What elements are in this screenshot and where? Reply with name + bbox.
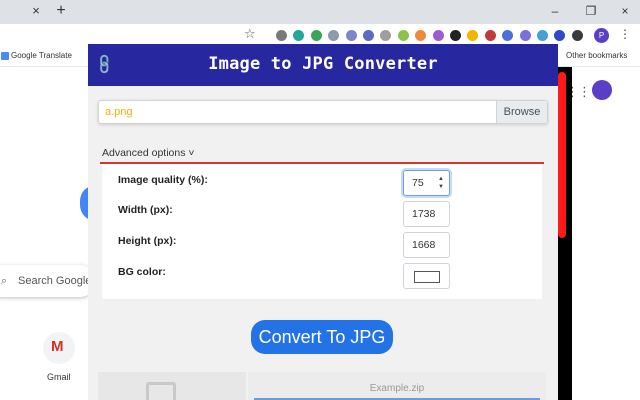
extension-icon[interactable] [363,30,374,41]
extension-icon[interactable] [415,30,427,41]
file-name-input[interactable] [105,106,485,118]
extension-icon[interactable] [519,30,531,41]
height-input[interactable]: 1668 [403,232,450,258]
popup-header: 🔗 Image to JPG Converter [88,44,558,86]
extension-icon[interactable] [467,30,479,41]
google-search-placeholder[interactable]: Search Google [18,275,91,287]
extension-icon[interactable] [345,30,357,41]
gmail-icon: M [51,338,64,355]
file-picker[interactable]: Browse [98,100,548,124]
tab-bar: × + – ❐ × [0,0,640,24]
new-tab-icon[interactable]: + [53,3,69,19]
google-account-avatar[interactable] [592,80,612,100]
example-file-label[interactable]: Example.zip [248,383,546,394]
bg-color-swatch [414,271,440,283]
extension-icon[interactable] [554,30,566,41]
advanced-options-panel: Image quality (%): 75 ▲ ▼ Width (px): 173… [102,164,542,299]
convert-button[interactable]: Convert To JPG [251,320,393,354]
quality-input[interactable]: 75 ▲ ▼ [403,170,450,196]
translate-icon [1,52,9,60]
width-label: Width (px): [118,204,173,216]
quality-value: 75 [412,177,424,189]
extension-icon[interactable] [571,30,583,41]
converter-popup: 🔗 Image to JPG Converter Browse Advanced… [88,44,558,400]
image-file-icon [146,382,176,400]
quality-label: Image quality (%): [118,174,208,186]
browse-button[interactable]: Browse [496,101,547,123]
extension-icon[interactable] [310,30,322,41]
profile-avatar[interactable]: P [594,28,609,43]
extension-icon[interactable] [450,30,461,41]
bookmark-star-icon[interactable]: ☆ [244,26,256,42]
close-tab-icon[interactable]: × [29,4,43,18]
browser-menu-icon[interactable]: ⋮ [619,27,631,41]
window-close-icon[interactable]: × [617,3,633,19]
extension-icon[interactable] [397,30,409,41]
extension-icon[interactable] [484,30,496,41]
advanced-options-toggle[interactable]: Advanced options ˅ [102,147,195,159]
extension-icon[interactable] [432,30,444,41]
extension-icon[interactable] [380,30,392,41]
width-input[interactable]: 1738 [403,201,450,227]
other-bookmarks[interactable]: Other bookmarks [566,51,627,60]
bookmark-google-translate[interactable]: Google Translate [11,51,72,60]
bg-color-input[interactable] [403,263,450,289]
popup-title: Image to JPG Converter [208,54,438,74]
restore-icon[interactable]: ❐ [583,3,599,19]
height-value: 1668 [412,239,436,251]
extension-icon[interactable] [276,30,287,41]
extension-icon[interactable] [328,30,340,41]
extension-icon[interactable] [293,30,305,41]
width-value: 1738 [412,208,436,220]
gmail-shortcut-label: Gmail [47,372,71,382]
bg-color-label: BG color: [118,266,166,278]
height-label: Height (px): [118,235,177,247]
spinner-icon[interactable]: ▲ ▼ [437,175,445,191]
browser-window: × + – ❐ × ☆ P ⋮ Google Translate Other b… [0,0,640,400]
extension-icon[interactable] [502,30,514,41]
extension-icon[interactable] [537,30,548,41]
scrollbar-thumb[interactable] [558,72,566,238]
search-icon: ⌕ [1,275,8,287]
minimize-icon[interactable]: – [547,3,563,19]
